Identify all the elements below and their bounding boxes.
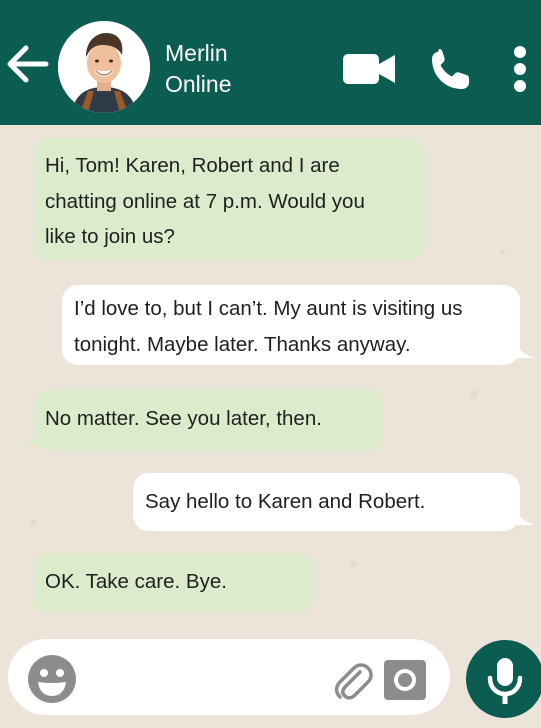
- microphone-icon: [487, 658, 523, 704]
- message-line: like to join us?: [45, 225, 175, 248]
- message-line: tonight. Maybe later. Thanks anyway.: [74, 332, 411, 356]
- message-line: Say hello to Karen and Robert.: [145, 490, 426, 513]
- background-speck: [470, 390, 478, 398]
- back-arrow-icon[interactable]: [6, 42, 50, 86]
- message-line: chatting online at 7 p.m. Would you: [45, 189, 365, 213]
- emoji-icon[interactable]: [26, 653, 78, 705]
- background-speck: [30, 520, 36, 526]
- message-line: I’d love to, but I can’t. My aunt is vis…: [74, 297, 463, 320]
- paperclip-icon[interactable]: [330, 658, 374, 702]
- message-line: OK. Take care. Bye.: [45, 570, 227, 593]
- video-call-icon[interactable]: [343, 52, 395, 86]
- background-speck: [350, 560, 357, 567]
- phone-icon[interactable]: [428, 47, 472, 91]
- message-bubble-outgoing: I’d love to, but I can’t. My aunt is vis…: [62, 285, 520, 365]
- background-speck: [500, 250, 505, 255]
- contact-status: Online: [165, 71, 232, 97]
- microphone-button[interactable]: [466, 640, 541, 718]
- camera-icon[interactable]: [384, 660, 426, 700]
- message-line: No matter. See you later, then.: [45, 407, 322, 430]
- message-bubble-outgoing: Say hello to Karen and Robert.: [133, 473, 520, 531]
- contact-photo: [58, 21, 150, 113]
- chat-header: Merlin Online: [0, 0, 541, 125]
- message-bubble-incoming: Hi, Tom! Karen, Robert and I are chattin…: [33, 138, 425, 260]
- message-line: Hi, Tom! Karen, Robert and I are: [45, 154, 340, 177]
- message-bubble-incoming: No matter. See you later, then.: [33, 389, 384, 451]
- message-bubble-incoming: OK. Take care. Bye.: [33, 553, 314, 613]
- contact-name: Merlin: [165, 40, 228, 66]
- avatar[interactable]: [58, 21, 150, 113]
- more-vertical-icon[interactable]: [510, 45, 530, 93]
